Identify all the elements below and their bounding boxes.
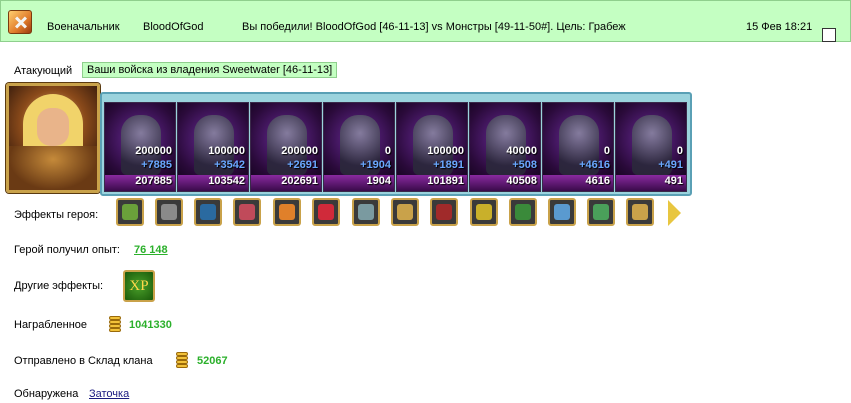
troop-panel: 200000 +7885 207885 100000 +3542 103542 … [100, 92, 692, 196]
troop-count: 0 [603, 145, 610, 157]
troop-count: 200000 [281, 145, 318, 157]
effect-fire-icon[interactable] [273, 198, 301, 226]
troop-delta: +491 [658, 159, 683, 171]
troop-total: 103542 [208, 175, 245, 187]
troop-delta: +508 [512, 159, 537, 171]
header-message: Вы победили! BloodOfGod [46-11-13] vs Мо… [242, 21, 626, 33]
troop-slot[interactable]: 100000 +1891 101891 [396, 102, 468, 192]
troop-total: 40508 [506, 175, 537, 187]
attacker-name: Ваши войска из владения Sweetwater [46-1… [82, 62, 338, 78]
troop-delta: +1891 [433, 159, 464, 171]
header-role: Военачальник [47, 21, 120, 33]
experience-label: Герой получил опыт: [14, 244, 120, 256]
heart-icon [318, 204, 334, 220]
troop-count: 40000 [506, 145, 537, 157]
beetle-icon [436, 204, 452, 220]
troop-slot[interactable]: 0 +491 491 [615, 102, 687, 192]
troop-total: 202691 [281, 175, 318, 187]
crossed-swords-icon [8, 10, 32, 34]
effect-crown-icon[interactable] [391, 198, 419, 226]
gold-icon [175, 352, 189, 370]
effects-label: Эффекты героя: [14, 209, 99, 221]
amulet-icon [593, 204, 609, 220]
battle-header: Военачальник BloodOfGod Вы победили! Blo… [0, 0, 851, 42]
troop-total: 491 [664, 175, 683, 187]
effect-chest-icon[interactable] [233, 198, 261, 226]
troop-delta: +3542 [214, 159, 245, 171]
troop-count: 0 [384, 145, 391, 157]
effect-amulet-icon[interactable] [587, 198, 615, 226]
effect-armor-icon[interactable] [470, 198, 498, 226]
troop-total: 4616 [585, 175, 610, 187]
clan-label: Отправлено в Склад клана [14, 355, 153, 367]
troop-count: 100000 [427, 145, 464, 157]
gauntlet-icon [632, 204, 648, 220]
gold-icon [108, 316, 122, 334]
header-player[interactable]: BloodOfGod [143, 21, 204, 33]
fire-icon [279, 204, 295, 220]
found-label: Обнаружена [14, 388, 79, 400]
troop-count: 200000 [135, 145, 172, 157]
grass-icon [122, 204, 138, 220]
hero-face [37, 108, 69, 146]
troop-delta: +1904 [360, 159, 391, 171]
effect-question-icon[interactable] [548, 198, 576, 226]
armor-icon [476, 204, 492, 220]
effect-gauntlet-icon[interactable] [626, 198, 654, 226]
orb-icon [200, 204, 216, 220]
shield-icon [358, 204, 374, 220]
troop-slot[interactable]: 200000 +2691 202691 [250, 102, 322, 192]
mask-icon [515, 204, 531, 220]
hero-fur [9, 146, 97, 190]
effect-helmet-icon[interactable] [155, 198, 183, 226]
other-effects-label: Другие эффекты: [14, 280, 104, 292]
helmet-icon [161, 204, 177, 220]
troop-delta: +4616 [579, 159, 610, 171]
found-item-link[interactable]: Заточка [89, 388, 129, 400]
troop-slot[interactable]: 40000 +508 40508 [469, 102, 541, 192]
attacker-label: Атакующий [14, 65, 73, 77]
troop-total: 1904 [366, 175, 391, 187]
troop-delta: +2691 [287, 159, 318, 171]
effect-orb-icon[interactable] [194, 198, 222, 226]
effect-shield-icon[interactable] [352, 198, 380, 226]
loot-label: Награбленное [14, 319, 88, 331]
loot-value: 1041330 [129, 319, 172, 331]
effect-heart-icon[interactable] [312, 198, 340, 226]
experience-value[interactable]: 76 148 [134, 244, 168, 256]
troop-count: 0 [676, 145, 683, 157]
select-checkbox[interactable] [822, 28, 836, 42]
clan-value: 52067 [197, 355, 228, 367]
effect-beetle-icon[interactable] [430, 198, 458, 226]
troop-count: 100000 [208, 145, 245, 157]
hero-portrait[interactable] [6, 83, 100, 193]
troop-slot[interactable]: 100000 +3542 103542 [177, 102, 249, 192]
scroll-right-icon[interactable] [668, 200, 681, 226]
troop-total: 101891 [427, 175, 464, 187]
effect-grass-icon[interactable] [116, 198, 144, 226]
troop-slot[interactable]: 0 +1904 1904 [323, 102, 395, 192]
troop-total: 207885 [135, 175, 172, 187]
chest-icon [239, 204, 255, 220]
crown-icon [397, 204, 413, 220]
troop-delta: +7885 [141, 159, 172, 171]
effect-mask-icon[interactable] [509, 198, 537, 226]
troop-slot[interactable]: 200000 +7885 207885 [104, 102, 176, 192]
question-icon [554, 204, 570, 220]
troop-slot[interactable]: 0 +4616 4616 [542, 102, 614, 192]
header-datetime: 15 Фев 18:21 [746, 21, 813, 33]
xp-icon[interactable]: XP [123, 270, 155, 302]
